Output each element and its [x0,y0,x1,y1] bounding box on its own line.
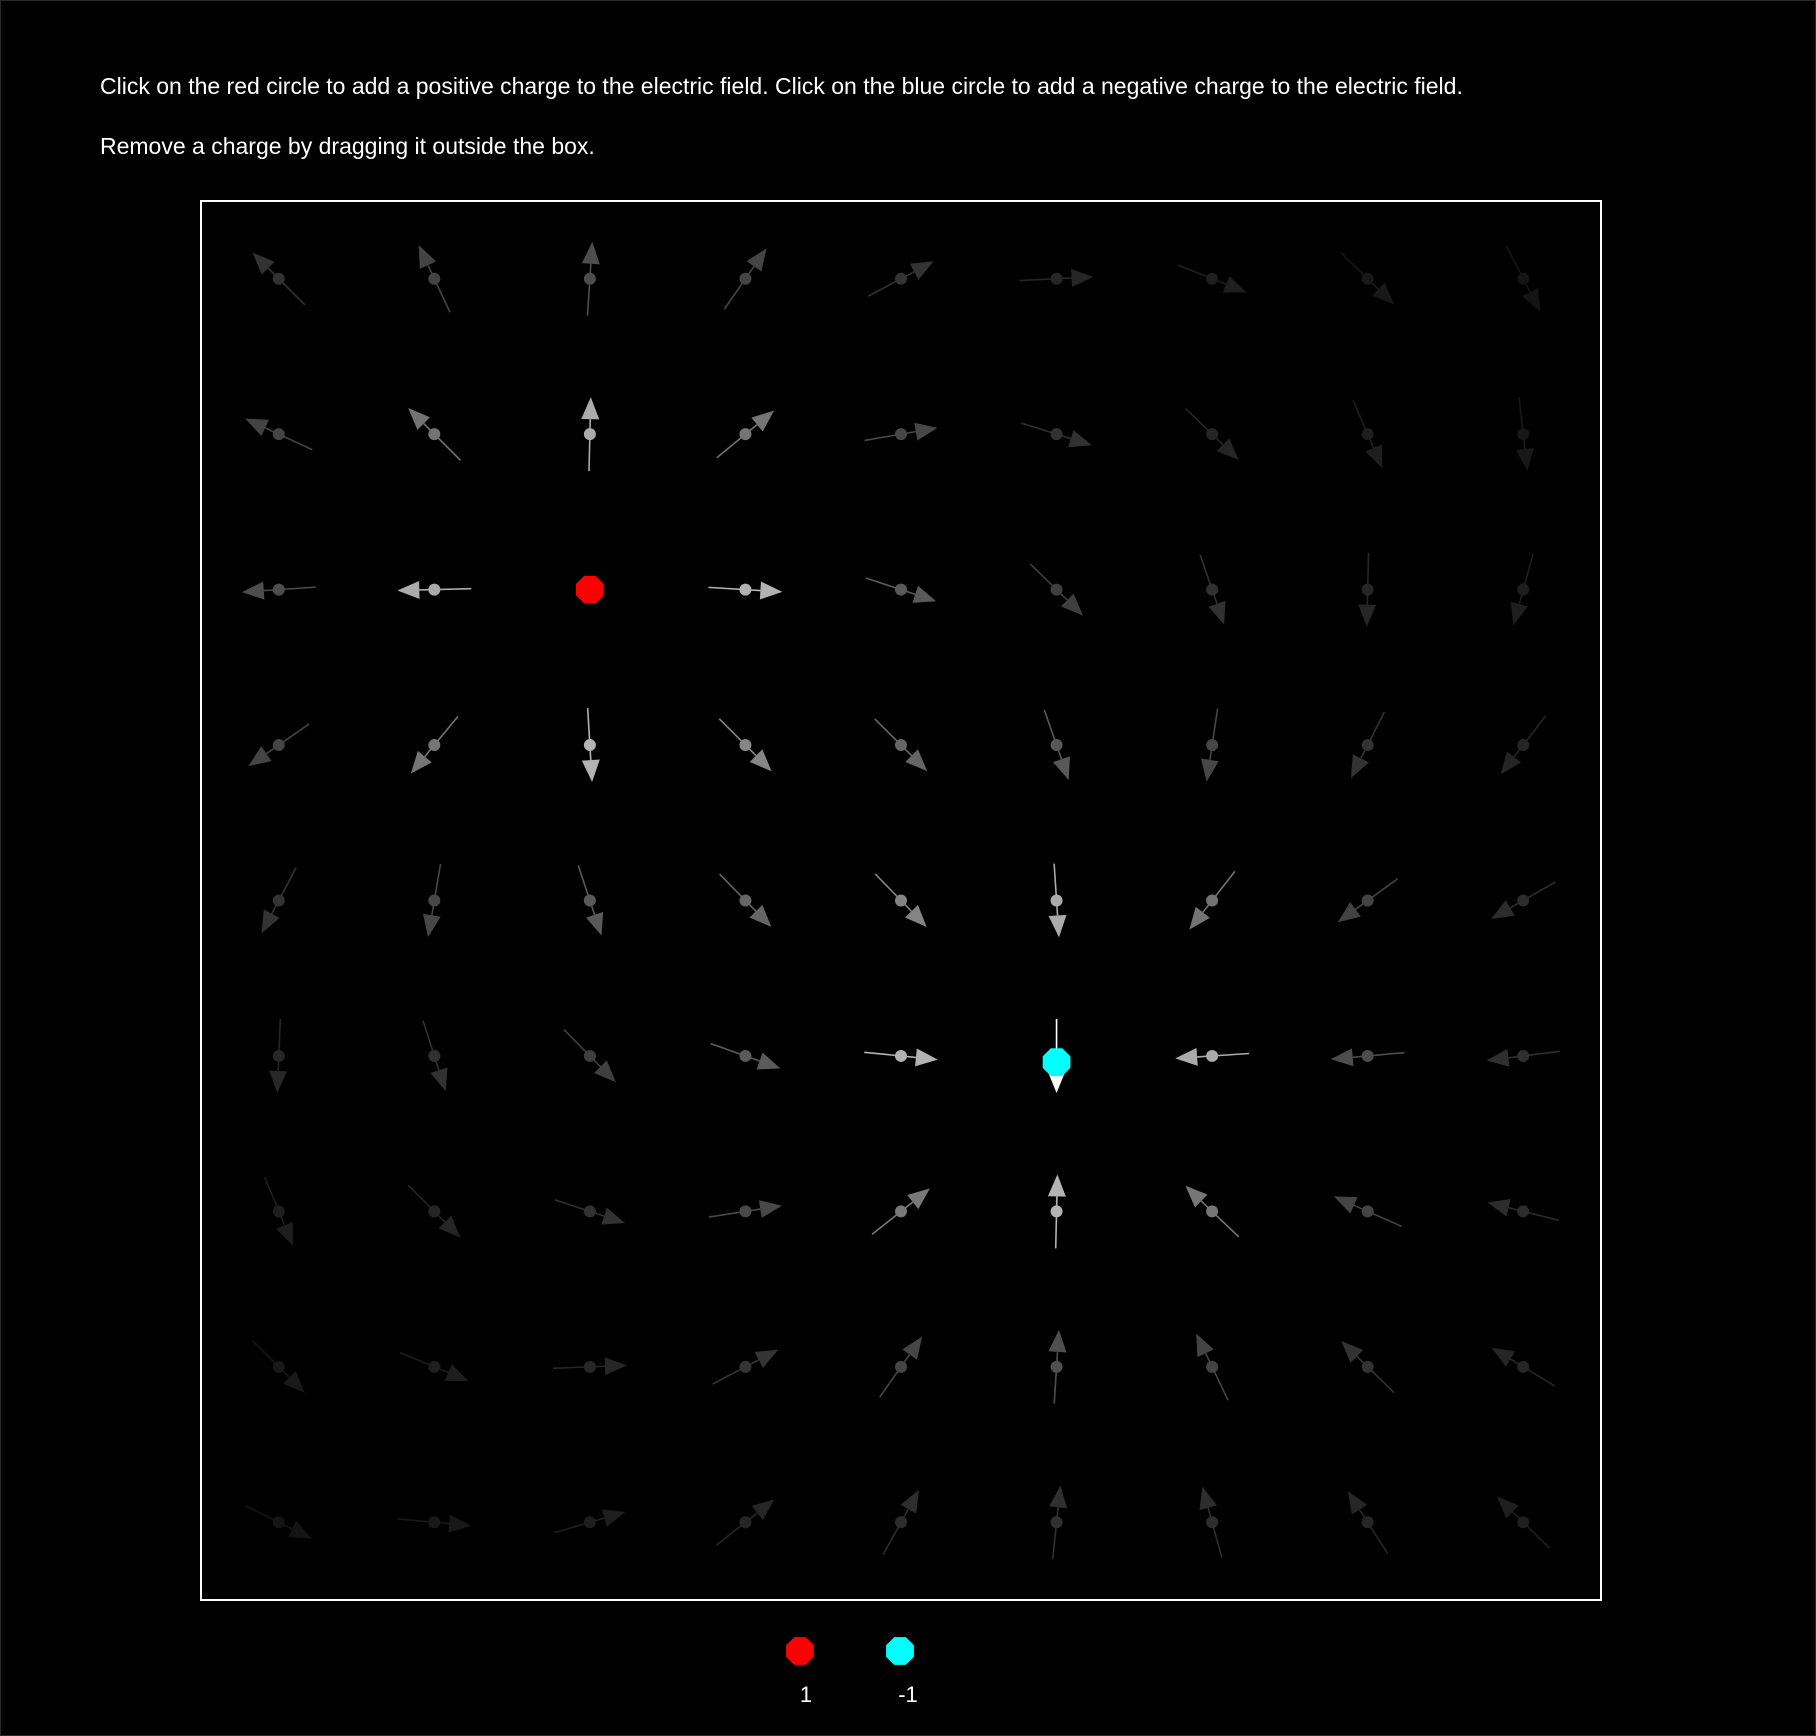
field-vector-anchor [895,1360,907,1373]
field-vector-anchor [895,1049,907,1062]
field-vector-anchor [1050,428,1063,441]
field-vector-anchor [895,583,907,596]
field-vector-anchor [272,1516,285,1529]
field-vector-anchor [739,1516,752,1529]
field-vector-anchor [1206,1049,1219,1062]
field-vector-anchor [583,894,596,907]
field-vector-anchor [739,272,752,285]
field-vector-anchor [583,1205,596,1218]
field-vector-anchor [272,583,285,596]
field-vector-anchor [739,428,752,441]
field-vector-anchor [272,1205,285,1218]
field-vector-anchor [1361,1360,1374,1373]
field-vector-anchor [1517,428,1530,441]
field-vector-anchor [1050,739,1063,752]
field-vector-anchor [428,1516,441,1529]
field-vector-anchor [739,1360,752,1373]
field-vector-anchor [1050,894,1063,907]
field-vector-anchor [895,1205,907,1218]
field-vector-anchor [272,1360,285,1373]
field-vector-anchor [428,583,441,596]
field-vector-anchor [272,272,285,285]
field-vector-anchor [1361,583,1374,596]
field-vector-anchor [1517,1205,1530,1218]
field-vector-anchor [1206,428,1219,441]
field-vector-anchor [272,739,285,752]
field-vector-anchor [1517,272,1530,285]
field-vector-anchor [895,428,907,441]
field-vector-anchor [1517,1049,1530,1062]
field-vector-anchor [583,739,596,752]
field-vector-anchor [1361,428,1374,441]
field-vector-anchor [1361,894,1374,907]
field-vector-anchor [583,272,596,285]
field-vector-anchor [739,1205,752,1218]
field-vector-anchor [428,894,441,907]
field-vector-anchor [739,1049,752,1062]
field-vector-anchor [895,739,907,752]
field-vector-anchor [1361,1516,1374,1529]
field-vector-anchor [1206,1205,1219,1218]
field-vector-anchor [895,1516,907,1529]
field-vector-anchor [583,1049,596,1062]
charge-palette[interactable] [786,1637,914,1665]
field-vector-anchor [1517,739,1530,752]
field-vector-anchor [272,428,285,441]
field-vector-anchor [428,1049,441,1062]
positive-charge[interactable] [576,575,604,604]
field-vector-anchor [1361,1049,1374,1062]
field-vector-anchor [1517,583,1530,596]
field-vector-anchor [1206,583,1219,596]
field-vector-anchor [428,1360,441,1373]
field-vector-anchor [1517,1360,1530,1373]
field-vector-anchor [428,739,441,752]
field-vector-anchor [428,428,441,441]
field-vector-anchor [1050,583,1063,596]
field-vector-anchor [1517,1516,1530,1529]
field-vector-anchor [428,1205,441,1218]
negative-charge-value-label: -1 [898,1682,918,1707]
field-vector-anchor [583,428,596,441]
field-vector-anchor [739,583,752,596]
field-vector-anchor [1361,1205,1374,1218]
field-vector-anchor [1050,1360,1063,1373]
field-vector-anchor [272,894,285,907]
field-vector-anchor [1050,272,1063,285]
field-vector-anchor [1050,1516,1063,1529]
field-vector-anchor [1517,894,1530,907]
field-vector-anchor [1050,1205,1063,1218]
field-vector-anchor [583,1516,596,1529]
field-vector-anchor [1361,739,1374,752]
field-vector-anchor [1206,272,1219,285]
field-vector-anchor [272,1049,285,1062]
field-vector-anchor [428,272,441,285]
add-negative-charge-button[interactable] [886,1637,914,1665]
field-vector-anchor [1206,739,1219,752]
field-vector-anchor [1206,1360,1219,1373]
field-vector-anchor [739,894,752,907]
electric-field-canvas[interactable] [0,0,1816,1736]
field-vector-anchor [583,1360,596,1373]
add-positive-charge-button[interactable] [786,1637,814,1665]
field-vector-anchor [1206,1516,1219,1529]
field-vector-anchor [1361,272,1374,285]
field-vector-anchor [895,894,907,907]
field-vector-anchor [739,739,752,752]
negative-charge[interactable] [1042,1048,1071,1076]
field-vector-anchor [895,272,907,285]
field-vector-anchor [1206,894,1219,907]
positive-charge-value-label: 1 [799,1682,813,1707]
